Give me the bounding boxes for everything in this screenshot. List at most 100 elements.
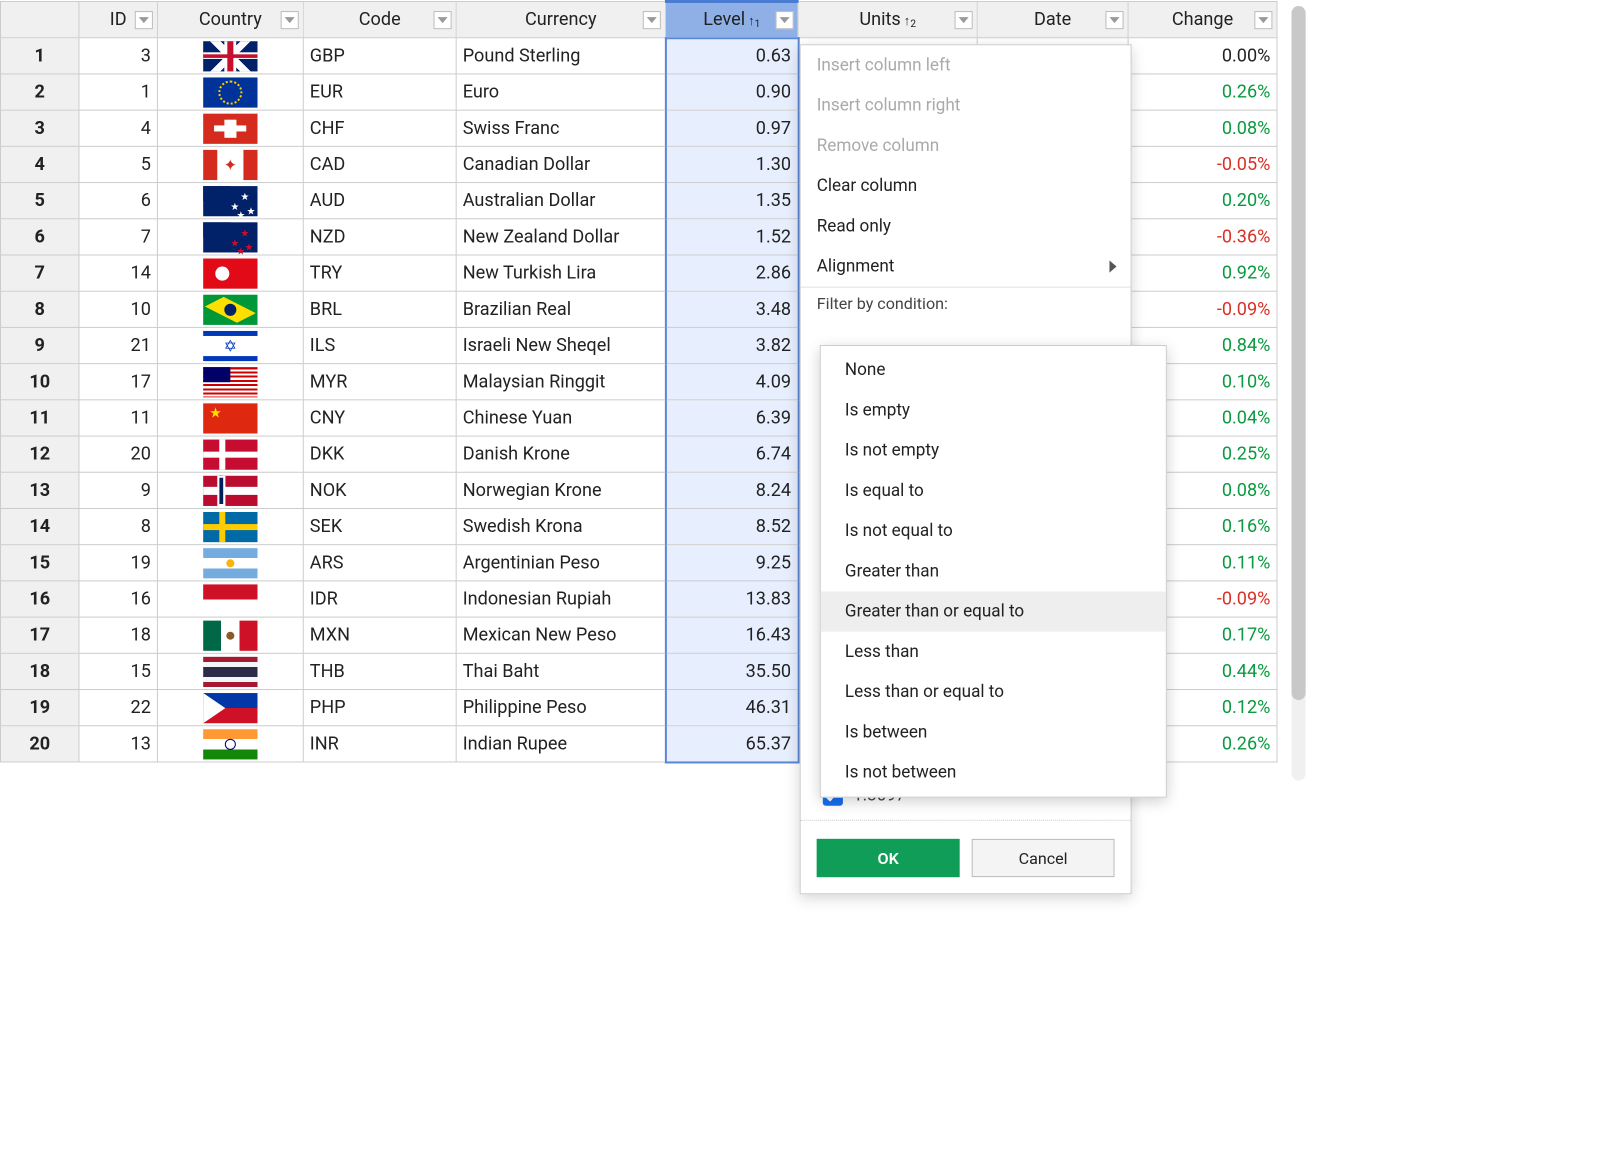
- row-header[interactable]: 12: [1, 436, 79, 472]
- cell-code[interactable]: BRL: [303, 291, 456, 327]
- row-header[interactable]: 13: [1, 472, 79, 508]
- cell-level[interactable]: 1.35: [665, 183, 798, 219]
- cell-country[interactable]: [157, 581, 303, 617]
- cell-country[interactable]: [157, 508, 303, 544]
- cell-level[interactable]: 8.52: [665, 508, 798, 544]
- cell-code[interactable]: SEK: [303, 508, 456, 544]
- cell-currency[interactable]: Philippine Peso: [456, 690, 665, 726]
- cell-id[interactable]: 17: [79, 364, 157, 400]
- cell-id[interactable]: 5: [79, 146, 157, 182]
- cell-id[interactable]: 8: [79, 508, 157, 544]
- filter-condition-option[interactable]: Less than or equal to: [821, 672, 1166, 712]
- cell-currency[interactable]: Danish Krone: [456, 436, 665, 472]
- row-header[interactable]: 9: [1, 327, 79, 363]
- cell-country[interactable]: [157, 291, 303, 327]
- cell-code[interactable]: CAD: [303, 146, 456, 182]
- filter-button[interactable]: [281, 11, 299, 29]
- row-header[interactable]: 2: [1, 74, 79, 110]
- menu-read-only[interactable]: Read only: [801, 206, 1131, 246]
- row-header[interactable]: 4: [1, 146, 79, 182]
- col-header-change[interactable]: Change: [1128, 2, 1277, 38]
- cell-country[interactable]: [157, 146, 303, 182]
- cell-code[interactable]: CNY: [303, 400, 456, 436]
- menu-clear-column[interactable]: Clear column: [801, 166, 1131, 206]
- cell-level[interactable]: 46.31: [665, 690, 798, 726]
- cell-code[interactable]: TRY: [303, 255, 456, 291]
- cell-country[interactable]: [157, 617, 303, 653]
- filter-button[interactable]: [135, 11, 153, 29]
- cell-level[interactable]: 6.39: [665, 400, 798, 436]
- col-header-code[interactable]: Code: [303, 2, 456, 38]
- cell-country[interactable]: [157, 110, 303, 146]
- cell-currency[interactable]: Swiss Franc: [456, 110, 665, 146]
- cell-currency[interactable]: Chinese Yuan: [456, 400, 665, 436]
- cell-code[interactable]: AUD: [303, 183, 456, 219]
- filter-condition-option[interactable]: None: [821, 350, 1166, 390]
- cancel-button[interactable]: Cancel: [972, 839, 1115, 877]
- cell-id[interactable]: 16: [79, 581, 157, 617]
- cell-currency[interactable]: Israeli New Sheqel: [456, 327, 665, 363]
- cell-id[interactable]: 11: [79, 400, 157, 436]
- cell-currency[interactable]: Argentinian Peso: [456, 545, 665, 581]
- row-header[interactable]: 1: [1, 38, 79, 74]
- cell-currency[interactable]: Swedish Krona: [456, 508, 665, 544]
- cell-code[interactable]: PHP: [303, 690, 456, 726]
- col-header-currency[interactable]: Currency: [456, 2, 665, 38]
- cell-level[interactable]: 6.74: [665, 436, 798, 472]
- cell-country[interactable]: [157, 726, 303, 762]
- filter-button[interactable]: [1254, 11, 1272, 29]
- cell-code[interactable]: MYR: [303, 364, 456, 400]
- filter-condition-option[interactable]: Is equal to: [821, 471, 1166, 511]
- filter-condition-option[interactable]: Is between: [821, 712, 1166, 752]
- cell-level[interactable]: 3.48: [665, 291, 798, 327]
- cell-level[interactable]: 1.52: [665, 219, 798, 255]
- cell-change[interactable]: -0.36%: [1128, 219, 1277, 255]
- menu-remove-column[interactable]: Remove column: [801, 126, 1131, 166]
- cell-id[interactable]: 20: [79, 436, 157, 472]
- filter-button[interactable]: [434, 11, 452, 29]
- row-header[interactable]: 14: [1, 508, 79, 544]
- cell-code[interactable]: NZD: [303, 219, 456, 255]
- row-header[interactable]: 15: [1, 545, 79, 581]
- cell-change[interactable]: -0.09%: [1128, 291, 1277, 327]
- cell-id[interactable]: 1: [79, 74, 157, 110]
- row-header[interactable]: 18: [1, 653, 79, 689]
- ok-button[interactable]: OK: [817, 839, 960, 877]
- cell-id[interactable]: 13: [79, 726, 157, 762]
- row-header[interactable]: 10: [1, 364, 79, 400]
- col-header-units[interactable]: Units↑2: [798, 2, 977, 38]
- cell-currency[interactable]: Thai Baht: [456, 653, 665, 689]
- filter-condition-option[interactable]: Is empty: [821, 390, 1166, 430]
- cell-country[interactable]: [157, 183, 303, 219]
- cell-code[interactable]: THB: [303, 653, 456, 689]
- cell-country[interactable]: [157, 38, 303, 74]
- cell-level[interactable]: 3.82: [665, 327, 798, 363]
- filter-button[interactable]: [1105, 11, 1123, 29]
- cell-country[interactable]: [157, 400, 303, 436]
- cell-currency[interactable]: Pound Sterling: [456, 38, 665, 74]
- col-header-level[interactable]: Level↑1: [665, 2, 798, 38]
- filter-button[interactable]: [955, 11, 973, 29]
- row-header[interactable]: 19: [1, 690, 79, 726]
- row-header[interactable]: 6: [1, 219, 79, 255]
- menu-insert-left[interactable]: Insert column left: [801, 45, 1131, 85]
- row-header[interactable]: 16: [1, 581, 79, 617]
- cell-change[interactable]: 0.00%: [1128, 38, 1277, 74]
- cell-currency[interactable]: Euro: [456, 74, 665, 110]
- menu-alignment[interactable]: Alignment: [801, 246, 1131, 286]
- row-header[interactable]: 7: [1, 255, 79, 291]
- cell-level[interactable]: 16.43: [665, 617, 798, 653]
- cell-id[interactable]: 19: [79, 545, 157, 581]
- menu-insert-right[interactable]: Insert column right: [801, 85, 1131, 125]
- cell-change[interactable]: 0.26%: [1128, 74, 1277, 110]
- cell-currency[interactable]: Malaysian Ringgit: [456, 364, 665, 400]
- cell-id[interactable]: 22: [79, 690, 157, 726]
- filter-button[interactable]: [776, 11, 794, 29]
- filter-button[interactable]: [643, 11, 661, 29]
- cell-id[interactable]: 18: [79, 617, 157, 653]
- row-header[interactable]: 3: [1, 110, 79, 146]
- cell-code[interactable]: GBP: [303, 38, 456, 74]
- row-header[interactable]: 5: [1, 183, 79, 219]
- cell-country[interactable]: [157, 255, 303, 291]
- scrollbar-thumb[interactable]: [1292, 6, 1306, 700]
